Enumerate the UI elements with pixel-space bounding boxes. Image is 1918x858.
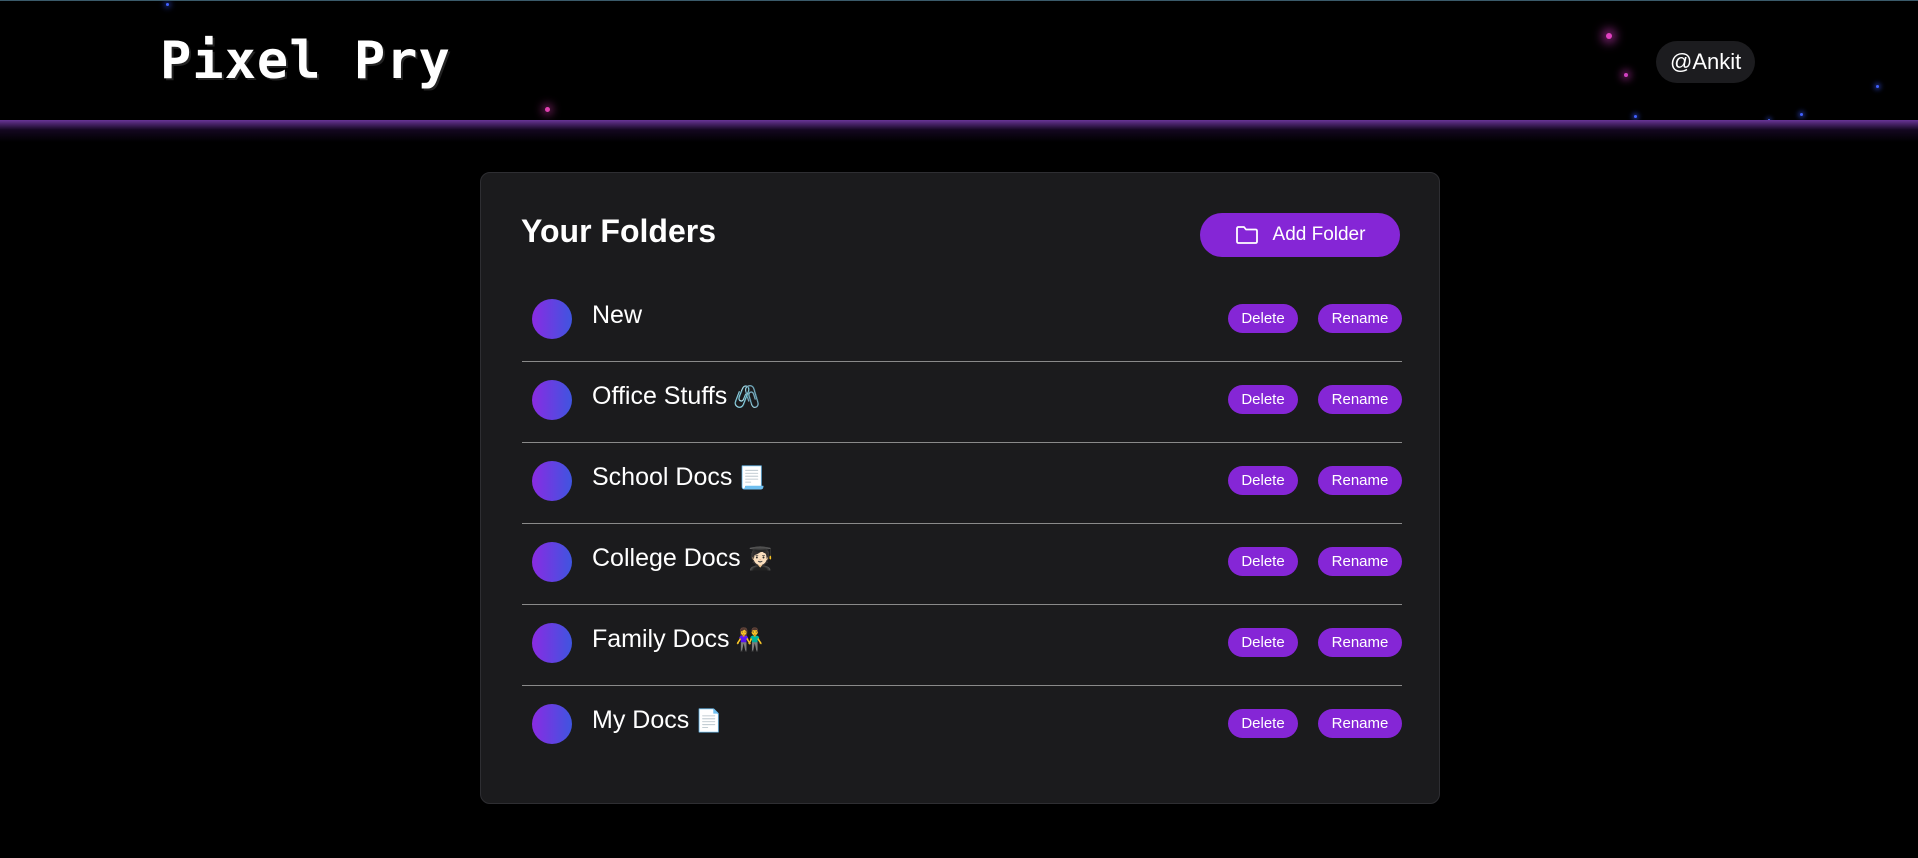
delete-button[interactable]: Delete [1228,385,1298,414]
delete-button[interactable]: Delete [1228,304,1298,333]
folder-avatar-icon [532,299,572,339]
folder-avatar-icon [532,623,572,663]
decorative-star [1634,115,1637,118]
delete-button[interactable]: Delete [1228,628,1298,657]
delete-button[interactable]: Delete [1228,466,1298,495]
decorative-star [1606,33,1612,39]
folder-row[interactable]: My Docs 📄 Delete Rename [522,686,1402,767]
folder-avatar-icon [532,380,572,420]
top-header: Pixel Pry @Ankit [0,0,1918,120]
folder-list: New Delete Rename Office Stuffs 🖇️ Delete… [522,281,1402,767]
folder-name[interactable]: Family Docs 👫 [592,625,763,654]
folder-row[interactable]: Office Stuffs 🖇️ Delete Rename [522,362,1402,443]
add-folder-button[interactable]: Add Folder [1200,213,1400,257]
folder-icon [1235,226,1258,244]
folder-row[interactable]: Family Docs 👫 Delete Rename [522,605,1402,686]
delete-button[interactable]: Delete [1228,709,1298,738]
rename-button[interactable]: Rename [1318,628,1402,657]
folder-emoji: 🧑🏻‍🎓 [746,546,775,571]
add-folder-label: Add Folder [1272,224,1366,245]
app-logo[interactable]: Pixel Pry [160,31,451,91]
folder-name[interactable]: Office Stuffs 🖇️ [592,382,761,411]
header-glow-divider [0,120,1918,142]
folder-name[interactable]: College Docs 🧑🏻‍🎓 [592,544,774,573]
decorative-star [545,107,550,112]
rename-button[interactable]: Rename [1318,385,1402,414]
folder-name[interactable]: New [592,301,648,330]
rename-button[interactable]: Rename [1318,304,1402,333]
folder-emoji: 👫 [735,627,763,652]
folder-row[interactable]: School Docs 📃 Delete Rename [522,443,1402,524]
user-handle[interactable]: @Ankit [1656,41,1756,83]
decorative-star [1800,113,1803,116]
rename-button[interactable]: Rename [1318,466,1402,495]
folder-name[interactable]: My Docs 📄 [592,706,723,735]
folder-avatar-icon [532,542,572,582]
decorative-star [1876,85,1879,88]
folder-emoji: 📃 [738,465,766,490]
folder-avatar-icon [532,704,572,744]
folders-panel: Your Folders Add Folder New Delete Renam… [480,172,1440,804]
page-title: Your Folders [521,213,716,249]
folder-row[interactable]: College Docs 🧑🏻‍🎓 Delete Rename [522,524,1402,605]
folder-emoji: 🖇️ [733,384,761,409]
decorative-star [1624,73,1628,77]
decorative-star [166,3,169,6]
rename-button[interactable]: Rename [1318,709,1402,738]
delete-button[interactable]: Delete [1228,547,1298,576]
folder-emoji: 📄 [695,708,723,733]
folder-name[interactable]: School Docs 📃 [592,463,766,492]
folder-row[interactable]: New Delete Rename [522,281,1402,362]
folder-avatar-icon [532,461,572,501]
rename-button[interactable]: Rename [1318,547,1402,576]
